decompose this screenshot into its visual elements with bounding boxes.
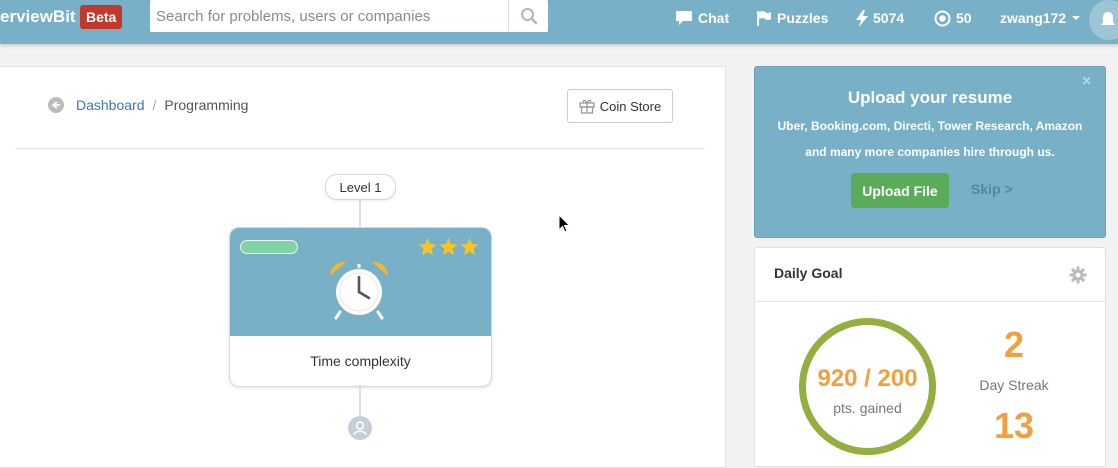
breadcrumb: Dashboard / Programming [48, 97, 248, 113]
caret-down-icon [1072, 16, 1081, 20]
topic-card-time-complexity[interactable]: Time complexity [229, 227, 492, 387]
gift-icon [579, 99, 595, 114]
top-navbar: erviewBit Beta Chat Puzzles 5074 [0, 0, 1118, 44]
breadcrumb-separator: / [152, 97, 157, 113]
coins-value: 50 [956, 10, 972, 26]
locked-user-icon [353, 421, 367, 436]
goal-progress-label: pts. gained [833, 400, 902, 416]
secondary-stat-value: 13 [993, 405, 1035, 446]
goal-progress-value: 920 / 200 [817, 365, 918, 392]
topic-progress-bar [240, 240, 298, 254]
user-menu[interactable]: zwang172 [1000, 8, 1081, 28]
search-box [150, 0, 548, 32]
coin-icon [934, 10, 951, 26]
alarm-clock-icon [329, 261, 389, 320]
username: zwang172 [1000, 10, 1067, 26]
coin-store-label: Coin Store [599, 98, 662, 114]
nav-chat[interactable]: Chat [675, 8, 729, 28]
main-panel: Dashboard / Programming Coin Store Level… [0, 66, 726, 468]
level-pill: Level 1 [325, 174, 396, 200]
chat-icon [676, 11, 692, 25]
breadcrumb-current: Programming [164, 97, 249, 113]
next-level-node [348, 416, 372, 440]
nav-coins[interactable]: 50 [934, 8, 972, 28]
resume-upload-card: × Upload your resume Uber, Booking.com, … [754, 66, 1106, 238]
level-connector-top [359, 198, 361, 227]
resume-description: Uber, Booking.com, Directi, Tower Resear… [777, 119, 1083, 159]
search-input[interactable] [150, 0, 502, 32]
search-button[interactable] [508, 0, 548, 32]
gear-icon[interactable] [1069, 266, 1087, 284]
nav-chat-label: Chat [698, 10, 730, 26]
topic-stars [418, 238, 479, 256]
beta-badge: Beta [80, 5, 123, 29]
section-divider [15, 148, 705, 149]
level-connector-bottom [359, 385, 361, 417]
skip-link[interactable]: Skip > [971, 181, 1013, 197]
topic-card-header [230, 228, 491, 336]
topic-name: Time complexity [310, 353, 411, 369]
nav-puzzles[interactable]: Puzzles [756, 8, 828, 28]
bell-icon [1101, 12, 1115, 25]
day-streak-label: Day Streak [979, 377, 1049, 393]
day-streak-value: 2 [1003, 324, 1025, 365]
brand-logo[interactable]: erviewBit [0, 6, 76, 28]
mouse-cursor-icon [558, 214, 571, 233]
lightning-icon [856, 9, 868, 27]
resume-title: Upload your resume [847, 88, 1013, 107]
star-icon [460, 238, 479, 256]
coin-store-button[interactable]: Coin Store [567, 89, 673, 123]
notifications-button[interactable] [1089, 0, 1118, 40]
back-arrow-icon[interactable] [48, 97, 64, 113]
daily-goal-title: Daily Goal [774, 265, 843, 281]
daily-goal-header: Daily Goal [755, 248, 1105, 302]
points-value: 5074 [873, 10, 905, 26]
nav-puzzles-label: Puzzles [777, 10, 829, 26]
daily-goal-card: Daily Goal 920 / 200 pts. gained 2 Day S… [754, 247, 1106, 467]
upload-file-button[interactable]: Upload File [851, 173, 949, 208]
breadcrumb-dashboard-link[interactable]: Dashboard [76, 97, 145, 113]
star-icon [439, 238, 458, 256]
nav-points[interactable]: 5074 [856, 8, 904, 28]
search-icon [521, 8, 538, 25]
flag-icon [757, 11, 771, 26]
star-icon [418, 238, 437, 256]
